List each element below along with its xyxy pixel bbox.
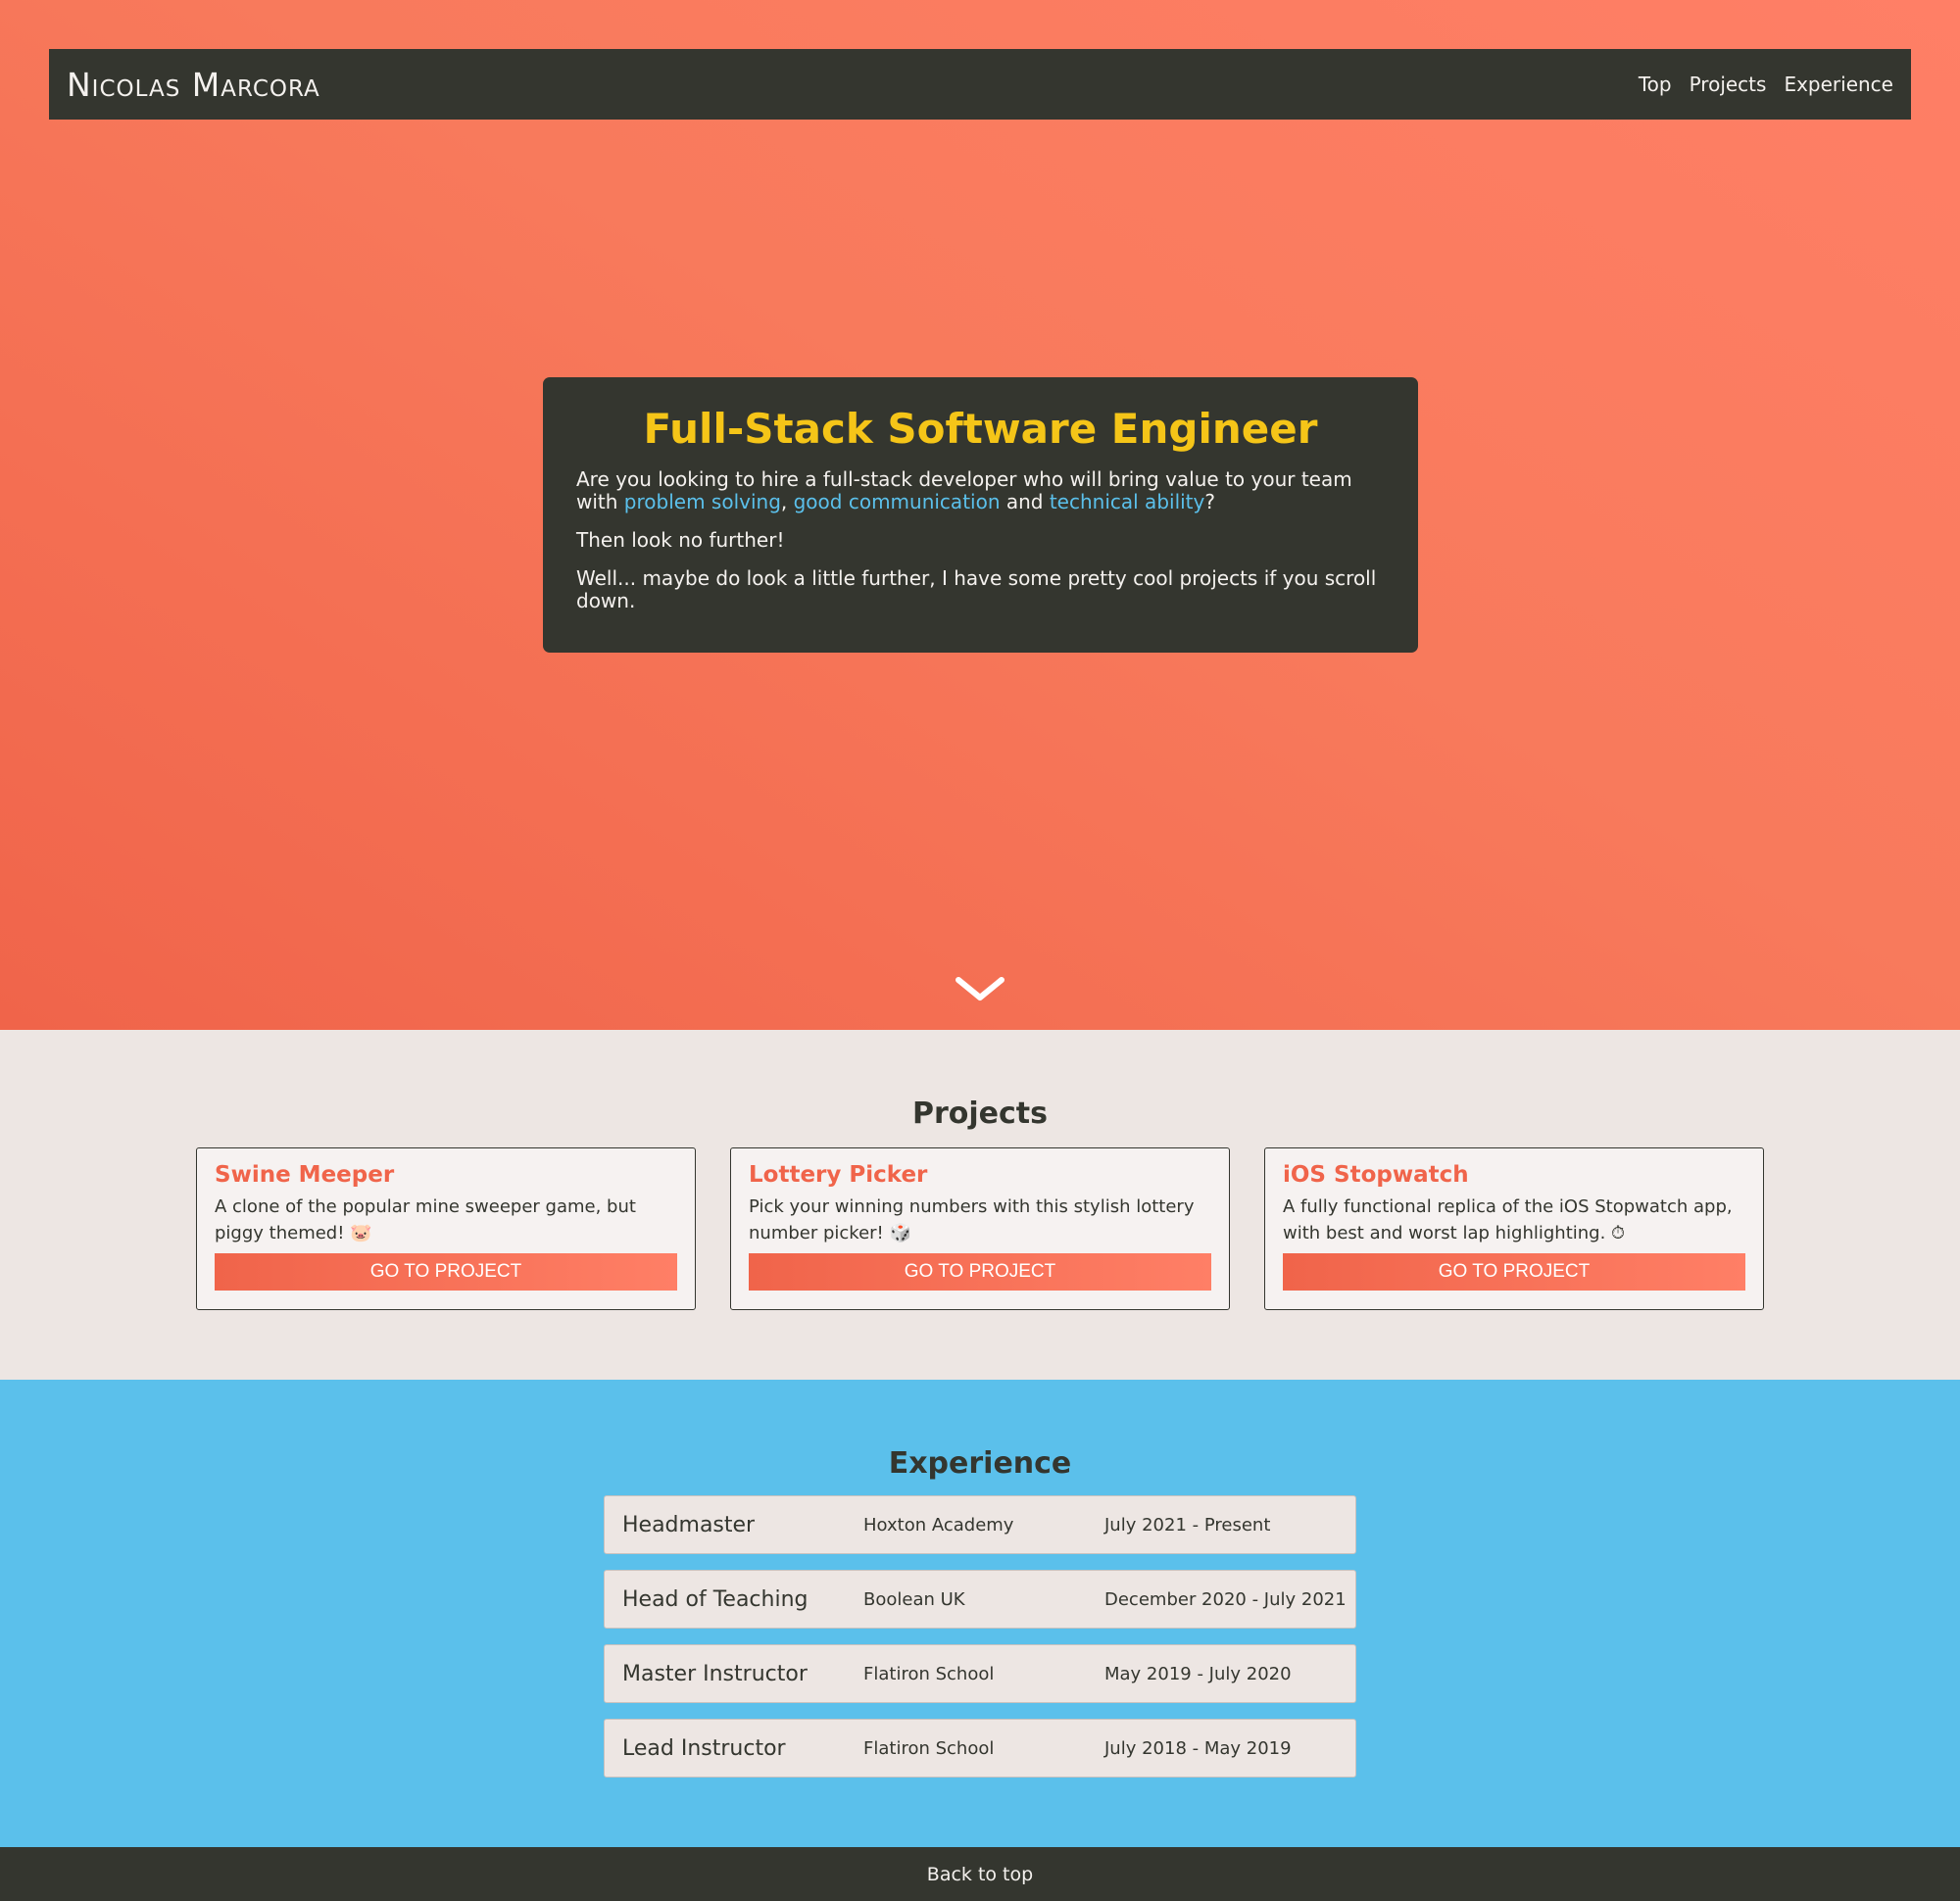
project-card: iOS Stopwatch A fully functional replica… xyxy=(1264,1147,1764,1310)
intro-paragraph-2: Then look no further! xyxy=(576,528,785,552)
intro-separator: , xyxy=(780,490,794,513)
navbar: Nicolas Marcora Top Projects Experience xyxy=(49,49,1911,120)
experience-role: Lead Instructor xyxy=(622,1735,786,1761)
experience-dates: July 2021 - Present xyxy=(1104,1514,1271,1535)
experience-dates: May 2019 - July 2020 xyxy=(1104,1663,1292,1684)
experience-company: Flatiron School xyxy=(863,1737,995,1759)
footer: Back to top xyxy=(0,1847,1960,1901)
projects-title: Projects xyxy=(911,1097,1048,1131)
intro-paragraph-1: Are you looking to hire a full-stack dev… xyxy=(576,468,1385,513)
intro-separator: and xyxy=(1000,490,1050,513)
project-title: Swine Meeper xyxy=(215,1162,395,1188)
experience-section: Experience Headmaster Hoxton Academy Jul… xyxy=(0,1380,1960,1847)
chevron-down-icon[interactable] xyxy=(956,976,1004,1003)
nav-link-experience[interactable]: Experience xyxy=(1784,73,1893,96)
nav-link-top[interactable]: Top xyxy=(1639,73,1672,96)
experience-dates: July 2018 - May 2019 xyxy=(1104,1737,1292,1759)
highlight-good-communication: good communication xyxy=(793,490,1001,513)
intro-text-end: ? xyxy=(1204,490,1215,513)
experience-role: Head of Teaching xyxy=(622,1586,808,1612)
experience-company: Flatiron School xyxy=(863,1663,995,1684)
experience-title: Experience xyxy=(888,1446,1072,1481)
project-description: A clone of the popular mine sweeper game… xyxy=(215,1196,636,1243)
project-card: Swine Meeper A clone of the popular mine… xyxy=(196,1147,696,1310)
project-title: iOS Stopwatch xyxy=(1283,1162,1469,1188)
highlight-technical-ability: technical ability xyxy=(1049,490,1205,513)
experience-row: Master Instructor Flatiron School May 20… xyxy=(604,1644,1356,1703)
go-to-project-button[interactable]: Go to project xyxy=(749,1253,1211,1291)
intro-card: Full-Stack Software Engineer Are you loo… xyxy=(543,377,1418,653)
intro-title: Full-Stack Software Engineer xyxy=(643,405,1318,453)
experience-company: Boolean UK xyxy=(863,1588,965,1610)
project-description: A fully functional replica of the iOS St… xyxy=(1283,1196,1733,1243)
go-to-project-button[interactable]: Go to project xyxy=(1283,1253,1745,1291)
back-to-top-link[interactable]: Back to top xyxy=(927,1864,1033,1885)
nav-links: Top Projects Experience xyxy=(1639,73,1893,96)
nav-link-projects[interactable]: Projects xyxy=(1690,73,1767,96)
project-card: Lottery Picker Pick your winning numbers… xyxy=(730,1147,1230,1310)
experience-dates: December 2020 - July 2021 xyxy=(1104,1588,1347,1610)
project-description: Pick your winning numbers with this styl… xyxy=(749,1196,1195,1243)
experience-company: Hoxton Academy xyxy=(863,1514,1014,1535)
experience-row: Lead Instructor Flatiron School July 201… xyxy=(604,1719,1356,1778)
highlight-problem-solving: problem solving xyxy=(623,490,781,513)
experience-row: Headmaster Hoxton Academy July 2021 - Pr… xyxy=(604,1495,1356,1554)
experience-role: Master Instructor xyxy=(622,1661,808,1686)
hero-section: Nicolas Marcora Top Projects Experience … xyxy=(0,0,1960,1030)
go-to-project-button[interactable]: Go to project xyxy=(215,1253,677,1291)
brand-name[interactable]: Nicolas Marcora xyxy=(67,66,320,104)
experience-role: Headmaster xyxy=(622,1512,756,1537)
projects-section: Projects Swine Meeper A clone of the pop… xyxy=(0,1030,1960,1380)
intro-paragraph-3: Well... maybe do look a little further, … xyxy=(576,566,1377,612)
project-title: Lottery Picker xyxy=(749,1162,928,1188)
experience-row: Head of Teaching Boolean UK December 202… xyxy=(604,1570,1356,1629)
